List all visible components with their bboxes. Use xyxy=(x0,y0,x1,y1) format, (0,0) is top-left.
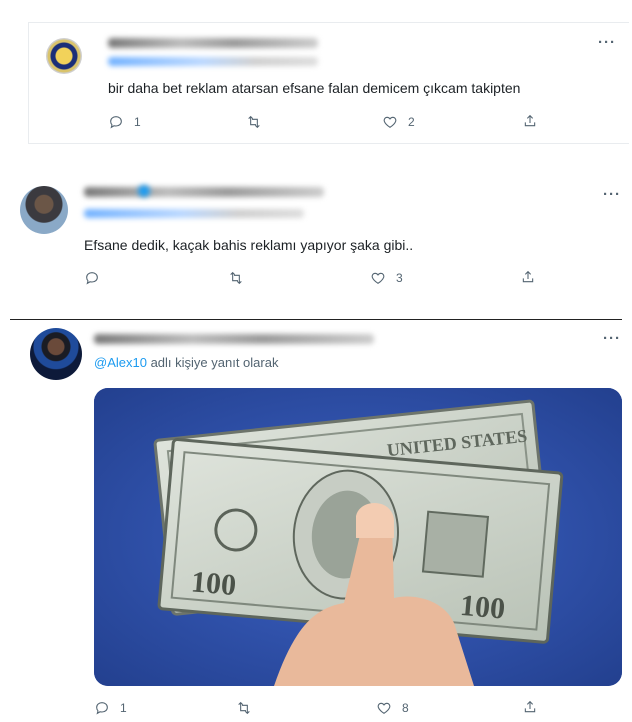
tweet-image[interactable]: UNITED STATES 100 100 xyxy=(94,388,622,686)
avatar[interactable] xyxy=(46,38,82,74)
like-count: 8 xyxy=(402,701,409,715)
reply-action[interactable] xyxy=(84,270,100,286)
retweet-action[interactable] xyxy=(236,700,252,716)
reply-to: @Alex10 adlı kişiye yanıt olarak xyxy=(94,355,278,370)
svg-text:100: 100 xyxy=(190,565,238,602)
reply-action[interactable]: 1 xyxy=(94,700,127,716)
like-icon xyxy=(383,116,397,128)
user-name[interactable] xyxy=(94,334,374,344)
reply-to-blurred xyxy=(84,209,304,218)
share-action[interactable] xyxy=(522,699,538,715)
tweet-text: bir daha bet reklam atarsan efsane falan… xyxy=(108,80,521,96)
tweet-text: Efsane dedik, kaçak bahis reklamı yapıyo… xyxy=(84,237,414,253)
retweet-icon xyxy=(230,271,242,285)
retweet-action[interactable] xyxy=(246,114,262,130)
like-icon xyxy=(377,702,391,714)
share-action[interactable] xyxy=(522,113,538,129)
avatar[interactable] xyxy=(20,186,68,234)
divider xyxy=(10,319,622,320)
reply-to-suffix: adlı kişiye yanıt olarak xyxy=(146,355,279,370)
share-icon xyxy=(522,270,534,283)
avatar[interactable] xyxy=(30,328,82,380)
like-icon xyxy=(371,272,385,284)
like-action[interactable]: 3 xyxy=(370,270,403,286)
share-icon xyxy=(524,114,536,127)
more-icon[interactable]: ··· xyxy=(598,34,616,51)
retweet-action[interactable] xyxy=(228,270,244,286)
verified-icon xyxy=(138,185,150,197)
retweet-icon xyxy=(238,701,250,715)
user-name[interactable] xyxy=(108,38,318,48)
reply-icon xyxy=(96,702,108,715)
share-icon xyxy=(524,700,536,713)
more-icon[interactable]: ··· xyxy=(603,330,621,347)
reply-icon xyxy=(86,272,98,285)
reply-to-blurred xyxy=(108,57,318,66)
like-count: 2 xyxy=(408,115,415,129)
svg-text:100: 100 xyxy=(459,589,507,626)
money-image: UNITED STATES 100 100 xyxy=(94,388,622,686)
mention-link[interactable]: @Alex10 xyxy=(94,355,147,370)
reply-count: 1 xyxy=(120,701,127,715)
like-count: 3 xyxy=(396,271,403,285)
like-action[interactable]: 2 xyxy=(382,114,415,130)
reply-icon xyxy=(110,116,122,129)
like-action[interactable]: 8 xyxy=(376,700,409,716)
user-name[interactable] xyxy=(84,187,324,197)
reply-count: 1 xyxy=(134,115,141,129)
reply-action[interactable]: 1 xyxy=(108,114,141,130)
share-action[interactable] xyxy=(520,269,536,285)
more-icon[interactable]: ··· xyxy=(603,186,621,203)
retweet-icon xyxy=(248,115,260,129)
